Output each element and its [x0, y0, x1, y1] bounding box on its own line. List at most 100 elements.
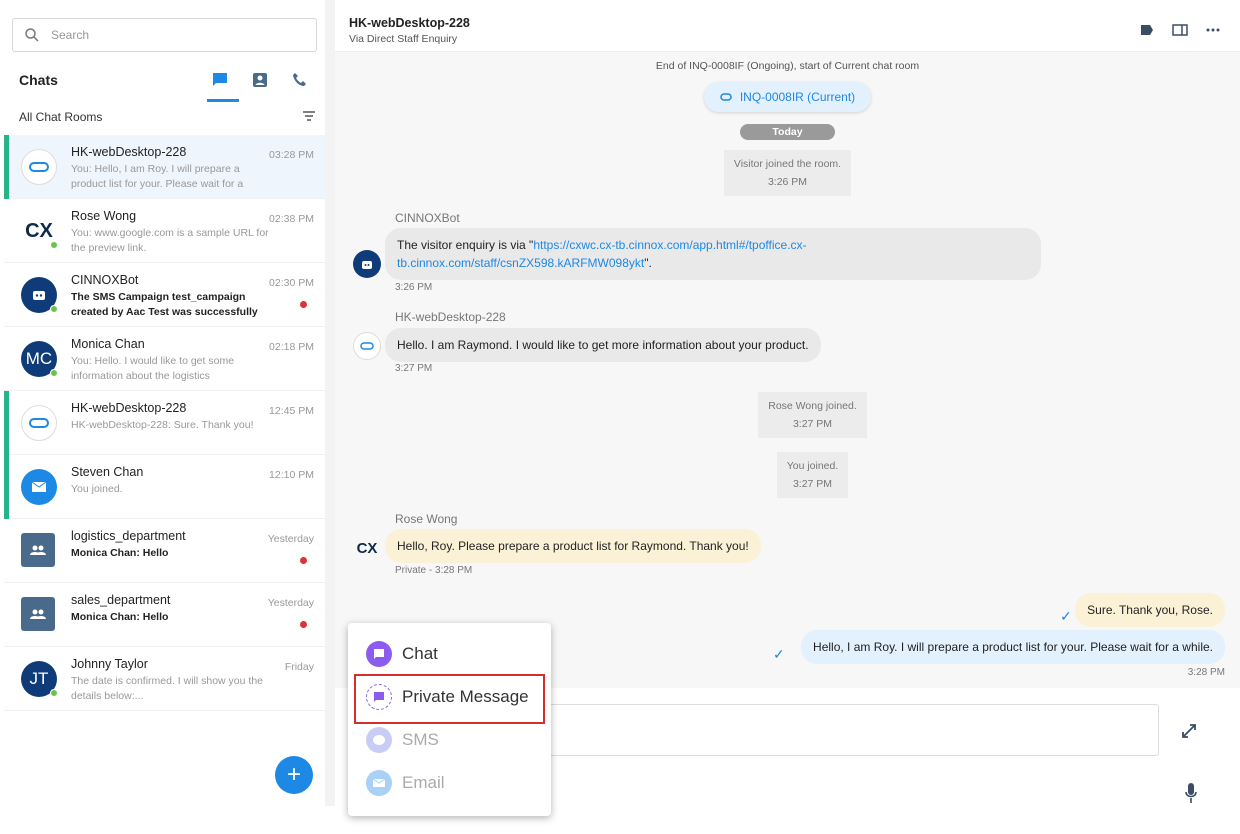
chat-preview: Monica Chan: Hello — [71, 547, 169, 559]
chat-name: logistics_department — [71, 529, 186, 543]
message-time: 3:28 PM — [1187, 667, 1225, 678]
chats-title: Chats — [19, 72, 58, 88]
initials-avatar: JT — [21, 661, 58, 697]
active-indicator — [4, 135, 9, 199]
message-time: 3:27 PM — [395, 363, 433, 374]
message-area: End of INQ-0008IF (Ongoing), start of Cu… — [335, 52, 1240, 688]
cx-avatar: CX — [21, 213, 58, 249]
message-input[interactable] — [525, 704, 1159, 756]
link-icon — [720, 93, 732, 101]
chat-time: 12:10 PM — [269, 469, 314, 481]
chat-header: HK-webDesktop-228 Via Direct Staff Enqui… — [335, 4, 1240, 52]
filter-icon[interactable] — [302, 110, 316, 125]
message-sender: Rose Wong — [395, 512, 458, 526]
microphone-icon[interactable] — [1184, 782, 1198, 807]
phone-tab-icon[interactable] — [290, 70, 310, 90]
online-status-dot — [50, 689, 58, 697]
add-chat-button[interactable]: + — [275, 756, 313, 794]
unread-dot — [300, 621, 307, 628]
more-icon[interactable] — [1206, 24, 1220, 39]
chat-list-item[interactable]: CX Rose Wong You: www.google.com is a sam… — [4, 199, 325, 263]
chat-subtitle: Via Direct Staff Enquiry — [349, 33, 458, 45]
chat-time: 02:18 PM — [269, 341, 314, 353]
room-filter-label: All Chat Rooms — [19, 110, 103, 124]
search-input[interactable]: Search — [12, 18, 317, 52]
chat-time: Friday — [284, 661, 314, 673]
read-check-icon: ✓ — [1060, 608, 1072, 624]
chat-list-item[interactable]: Steven Chan You joined. 12:10 PM — [4, 455, 325, 519]
message-type-menu: Chat Private Message SMS Email — [348, 623, 551, 816]
sms-icon — [366, 727, 392, 753]
expand-icon[interactable] — [1180, 722, 1198, 743]
chat-name: Johnny Taylor — [71, 657, 148, 671]
chat-preview: You: Hello. I would like to get some inf… — [71, 355, 235, 382]
tag-icon[interactable] — [1140, 24, 1154, 39]
chat-name: HK-webDesktop-228 — [71, 145, 187, 159]
chat-icon — [366, 641, 392, 667]
bot-avatar — [353, 250, 381, 278]
inquiry-link-label: INQ-0008IR (Current) — [739, 90, 856, 104]
chat-time: 02:38 PM — [269, 213, 314, 225]
search-placeholder: Search — [51, 28, 90, 42]
message-bubble: The visitor enquiry is via "https://cxwc… — [385, 228, 1041, 280]
my-private-bubble: Sure. Thank you, Rose. — [1075, 593, 1225, 627]
chat-time: Yesterday — [267, 597, 314, 609]
chat-list-item[interactable]: HK-webDesktop-228 HK-webDesktop-228: Sur… — [4, 391, 325, 455]
inquiry-link[interactable]: INQ-0008IR (Current) — [703, 82, 872, 112]
chat-name: Monica Chan — [71, 337, 145, 351]
unread-dot — [300, 301, 307, 308]
chat-list-item[interactable]: sales_department Monica Chan: Hello Yest… — [4, 583, 325, 647]
highlight-box — [354, 674, 545, 724]
rose-avatar: CX — [356, 539, 378, 557]
initials-avatar: MC — [21, 341, 58, 377]
read-check-icon: ✓ — [773, 646, 785, 662]
chat-list: HK-webDesktop-228 You: Hello, I am Roy. … — [4, 135, 325, 711]
chat-name: Steven Chan — [71, 465, 144, 479]
room-end-notice: End of INQ-0008IF (Ongoing), start of Cu… — [655, 60, 920, 72]
chat-preview: The SMS Campaign test_campaign created b… — [71, 291, 258, 318]
group-avatar — [21, 533, 55, 567]
system-message: Visitor joined the room. 3:26 PM — [723, 150, 852, 196]
chat-name: sales_department — [71, 593, 171, 607]
online-status-dot — [50, 241, 58, 249]
menu-item-email[interactable]: Email — [366, 770, 445, 796]
message-time: Private - 3:28 PM — [395, 565, 473, 576]
chat-name: HK-webDesktop-228 — [71, 401, 187, 415]
menu-item-sms[interactable]: SMS — [366, 727, 439, 753]
visitor-avatar — [353, 332, 381, 360]
sidebar: Search Chats All Chat Rooms HK-webDeskto… — [4, 4, 325, 806]
group-avatar — [21, 597, 55, 631]
panel-divider[interactable] — [325, 0, 335, 806]
chat-name: Rose Wong — [71, 209, 137, 223]
chat-list-item[interactable]: MC Monica Chan You: Hello. I would like t… — [4, 327, 325, 391]
message-sender: HK-webDesktop-228 — [395, 310, 506, 324]
visitor-avatar — [21, 405, 57, 441]
unread-dot — [300, 557, 307, 564]
chat-list-item[interactable]: logistics_department Monica Chan: Hello … — [4, 519, 325, 583]
chat-time: 12:45 PM — [269, 405, 314, 417]
chat-preview: Monica Chan: Hello — [71, 611, 169, 623]
chat-list-item[interactable]: HK-webDesktop-228 You: Hello, I am Roy. … — [4, 135, 325, 199]
search-icon — [25, 28, 39, 42]
chat-time: 03:28 PM — [269, 149, 314, 161]
message-sender: CINNOXBot — [395, 211, 460, 225]
chat-tab-icon[interactable] — [210, 70, 230, 90]
chat-list-item[interactable]: CINNOXBot The SMS Campaign test_campaign… — [4, 263, 325, 327]
my-message-bubble: Hello, I am Roy. I will prepare a produc… — [801, 630, 1225, 664]
active-indicator — [4, 455, 9, 519]
private-message-bubble: Hello, Roy. Please prepare a product lis… — [385, 529, 761, 563]
system-message: Rose Wong joined. 3:27 PM — [758, 392, 867, 438]
menu-item-chat[interactable]: Chat — [366, 641, 438, 667]
visitor-avatar — [21, 149, 57, 185]
contacts-tab-icon[interactable] — [250, 70, 270, 90]
side-panel-icon[interactable] — [1172, 24, 1188, 39]
chat-list-item[interactable]: JT Johnny Taylor The date is confirmed. I… — [4, 647, 325, 711]
chat-preview: You joined. — [71, 483, 123, 495]
chat-preview: You: www.google.com is a sample URL for … — [71, 227, 269, 254]
chat-preview: The date is confirmed. I will show you t… — [71, 675, 264, 702]
message-time: 3:26 PM — [395, 282, 433, 293]
system-message: You joined. 3:27 PM — [776, 452, 849, 498]
chat-name: CINNOXBot — [71, 273, 139, 287]
online-status-dot — [50, 305, 58, 313]
date-separator: Today — [740, 124, 835, 140]
